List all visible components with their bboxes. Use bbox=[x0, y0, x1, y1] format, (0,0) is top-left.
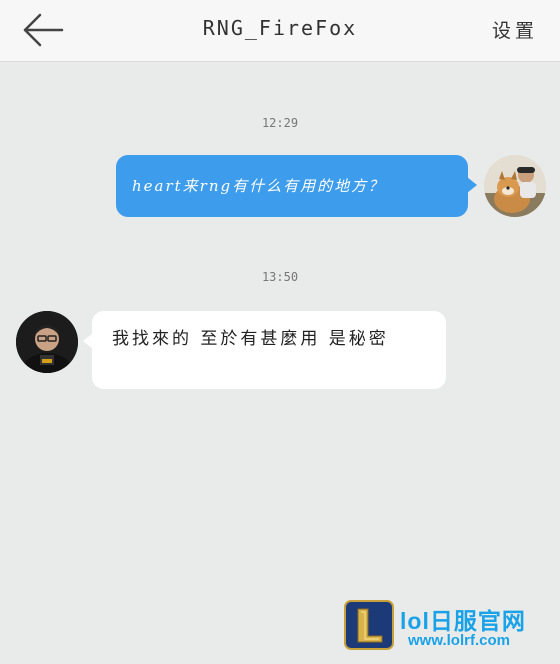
site-watermark: lol日服官网 www.lolrf.com bbox=[344, 600, 554, 656]
arrow-left-icon bbox=[23, 13, 64, 47]
top-bar: RNG_FireFox 设置 bbox=[0, 0, 560, 62]
dog-photo-icon bbox=[484, 155, 546, 217]
settings-button[interactable]: 设置 bbox=[492, 16, 538, 43]
outgoing-message-bubble[interactable]: heart来rng有什么有用的地方？ bbox=[116, 155, 477, 217]
watermark-site-name: lol日服官网 bbox=[400, 608, 526, 634]
league-logo-icon bbox=[344, 600, 394, 650]
back-button[interactable] bbox=[20, 10, 66, 50]
message-timestamp: 12:29 bbox=[261, 116, 299, 130]
watermark-url: www.lolrf.com bbox=[408, 632, 510, 649]
friend-avatar[interactable] bbox=[16, 311, 78, 373]
person-photo-icon bbox=[16, 311, 78, 373]
chat-title: RNG_FireFox bbox=[202, 16, 358, 40]
incoming-message-bubble[interactable]: 我找來的 至於有甚麼用 是秘密 bbox=[83, 311, 446, 389]
self-avatar[interactable] bbox=[484, 155, 546, 217]
message-timestamp: 13:50 bbox=[261, 270, 299, 284]
